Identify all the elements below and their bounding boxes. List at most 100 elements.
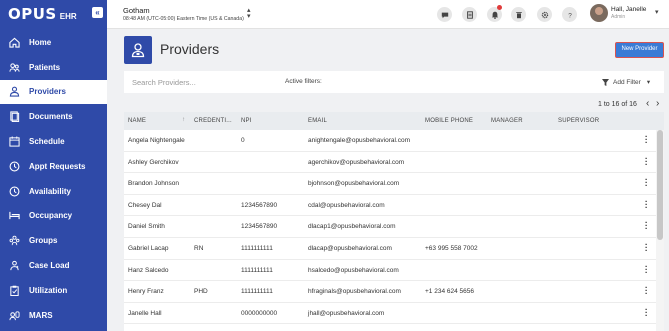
sidebar-item-appt-requests[interactable]: Appt Requests — [0, 154, 107, 179]
sidebar-item-availability[interactable]: Availability — [0, 179, 107, 204]
cell-npi: 1234567890 — [241, 201, 278, 209]
row-menu-icon[interactable]: · · · — [645, 262, 649, 276]
home-icon — [9, 37, 20, 48]
user-name[interactable]: Hall, Janelle — [611, 6, 646, 13]
logo-main: OPUS — [8, 5, 57, 23]
cell-name: Gabriel Lacap — [128, 244, 169, 252]
table-row[interactable]: Brandon Johnson bjohnson@opusbehavioral.c… — [124, 173, 664, 195]
table-header: NAME CREDENTI... NPI EMAIL MOBILE PHONE MANAG… — [124, 112, 664, 130]
sidebar-item-label: Case Load — [29, 261, 70, 271]
row-menu-icon[interactable]: · · · — [645, 240, 649, 254]
new-provider-button[interactable]: New Provider — [615, 42, 664, 58]
location-switch-icon[interactable]: ▴ ▾ — [247, 7, 251, 20]
row-menu-icon[interactable]: · · · — [645, 154, 649, 168]
location-time: 08:48 AM (UTC-05:00) Eastern Time (US & … — [123, 16, 244, 22]
table-row[interactable]: Angela Nightengale 0 anightengale@opusbeha… — [124, 130, 664, 152]
cell-name: Angela Nightengale — [128, 137, 185, 144]
svg-text:?: ? — [568, 12, 572, 19]
table-row[interactable]: Janelle Hall 0000000000 jhall@opusbehavior… — [124, 303, 664, 325]
avatar[interactable] — [590, 4, 608, 22]
chevron-down-icon: ▾ — [646, 79, 651, 86]
cell-email: jhall@opusbehavioral.com — [308, 309, 385, 317]
next-page-icon[interactable]: › — [656, 99, 659, 109]
column-header-supervisor[interactable]: SUPERVISOR — [558, 118, 599, 124]
row-menu-icon[interactable]: · · · — [645, 133, 649, 147]
sidebar-item-schedule[interactable]: Schedule — [0, 129, 107, 154]
sidebar-item-label: Appt Requests — [29, 161, 86, 171]
cell-name: Chesey Dal — [128, 201, 162, 209]
cell-npi: 1111111111 — [241, 288, 273, 296]
chevron-down-icon[interactable]: ▾ — [655, 8, 659, 16]
sidebar-item-mars[interactable]: MARS — [0, 303, 107, 328]
sidebar-item-groups[interactable]: Groups — [0, 228, 107, 253]
sidebar-item-label: Home — [29, 37, 52, 47]
column-header-npi[interactable]: NPI — [241, 118, 252, 124]
clock-icon — [9, 186, 20, 197]
sidebar: OPUS EHR « Home Patients Providers Document… — [0, 0, 107, 331]
cell-credentials: RN — [194, 244, 204, 252]
cell-email: agerchikov@opusbehavioral.com — [308, 158, 405, 166]
prev-page-icon[interactable]: ‹ — [646, 99, 649, 109]
column-header-manager[interactable]: MANAGER — [491, 118, 523, 124]
sidebar-item-label: Utilization — [29, 285, 68, 295]
table-row[interactable]: Ashley Gerchikov agerchikov@opusbehaviora… — [124, 152, 664, 174]
column-header-name[interactable]: NAME — [128, 118, 146, 124]
column-header-mobile-phone[interactable]: MOBILE PHONE — [425, 118, 473, 124]
table-row[interactable]: Daniel Smith 1234567890 dlacap1@opusbehavi… — [124, 216, 664, 238]
sidebar-item-case-load[interactable]: Case Load — [0, 253, 107, 278]
table-row[interactable]: Chesey Dal 1234567890 cdal@opusbehavioral.… — [124, 195, 664, 217]
sidebar-item-patients[interactable]: Patients — [0, 55, 107, 80]
sidebar-item-providers[interactable]: Providers — [0, 79, 107, 105]
trash-icon[interactable] — [511, 7, 526, 22]
active-filters-label: Active filters: — [285, 78, 322, 85]
gear-icon[interactable] — [537, 7, 552, 22]
pagination-text: 1 to 16 of 16 — [598, 101, 637, 108]
sidebar-item-label: Providers — [29, 87, 66, 97]
help-icon[interactable]: ? — [562, 7, 577, 22]
cell-email: bjohnson@opusbehavioral.com — [308, 180, 400, 188]
sidebar-item-home[interactable]: Home — [0, 30, 107, 55]
collapse-sidebar-button[interactable]: « — [92, 7, 103, 18]
cell-email: cdal@opusbehavioral.com — [308, 201, 385, 209]
bed-icon — [9, 210, 20, 221]
row-menu-icon[interactable]: · · · — [645, 305, 649, 319]
row-menu-icon[interactable]: · · · — [645, 197, 649, 211]
chat-icon[interactable] — [437, 7, 452, 22]
table-row[interactable]: Henry Franz PHD 1111111111 hfraginals@opusb… — [124, 281, 664, 303]
sidebar-item-utilization[interactable]: Utilization — [0, 278, 107, 303]
cell-npi: 1234567890 — [241, 223, 278, 231]
sidebar-item-label: MARS — [29, 310, 53, 320]
notification-dot — [497, 5, 502, 10]
table-body: Angela Nightengale 0 anightengale@opusbeha… — [124, 130, 664, 325]
row-menu-icon[interactable]: · · · — [645, 284, 649, 298]
filter-icon — [602, 78, 609, 86]
cell-email: anightengale@opusbehavioral.com — [308, 137, 411, 144]
cell-npi: 1111111111 — [241, 266, 273, 274]
sort-ascending-icon[interactable]: ↑ — [182, 117, 185, 123]
inbox-icon[interactable] — [462, 7, 477, 22]
table-row[interactable]: Gabriel Lacap RN 1111111111 dlacap@opusbeha… — [124, 238, 664, 260]
column-header-email[interactable]: EMAIL — [308, 118, 327, 124]
filter-bar: Active filters: Add Filter ▾ — [274, 71, 664, 93]
search-input[interactable] — [124, 71, 274, 93]
patients-icon — [9, 62, 20, 73]
providers-icon — [9, 86, 20, 98]
scrollbar-thumb[interactable] — [657, 130, 663, 240]
row-menu-icon[interactable]: · · · — [645, 219, 649, 233]
cell-npi: 0 — [241, 137, 245, 144]
sidebar-item-documents[interactable]: Documents — [0, 104, 107, 129]
clipboard-icon — [9, 285, 20, 296]
sidebar-item-label: Documents — [29, 112, 73, 122]
column-header-credentials[interactable]: CREDENTI... — [194, 118, 232, 124]
app-logo[interactable]: OPUS EHR — [8, 5, 77, 23]
calendar-icon — [9, 136, 20, 147]
add-filter-button[interactable]: Add Filter ▾ — [602, 76, 650, 88]
sidebar-item-label: Availability — [29, 186, 71, 196]
cell-name: Brandon Johnson — [128, 180, 179, 188]
cell-name: Janelle Hall — [128, 309, 162, 317]
sidebar-item-occupancy[interactable]: Occupancy — [0, 204, 107, 229]
clock-icon — [9, 161, 20, 172]
table-row[interactable]: Hanz Salcedo 1111111111 hsalcedo@opusbehav… — [124, 260, 664, 282]
location-name[interactable]: Gotham — [123, 6, 150, 15]
row-menu-icon[interactable]: · · · — [645, 176, 649, 190]
